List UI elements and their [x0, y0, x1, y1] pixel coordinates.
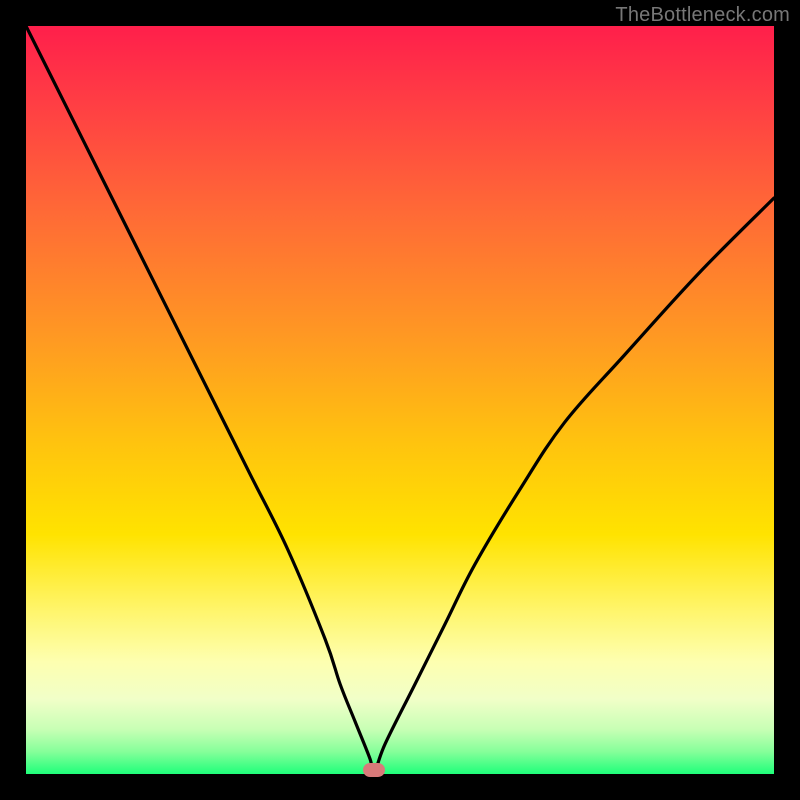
bottleneck-curve — [26, 26, 774, 774]
watermark-text: TheBottleneck.com — [615, 4, 790, 27]
plot-area — [26, 26, 774, 774]
optimum-marker — [363, 763, 385, 777]
chart-frame: TheBottleneck.com — [0, 0, 800, 800]
